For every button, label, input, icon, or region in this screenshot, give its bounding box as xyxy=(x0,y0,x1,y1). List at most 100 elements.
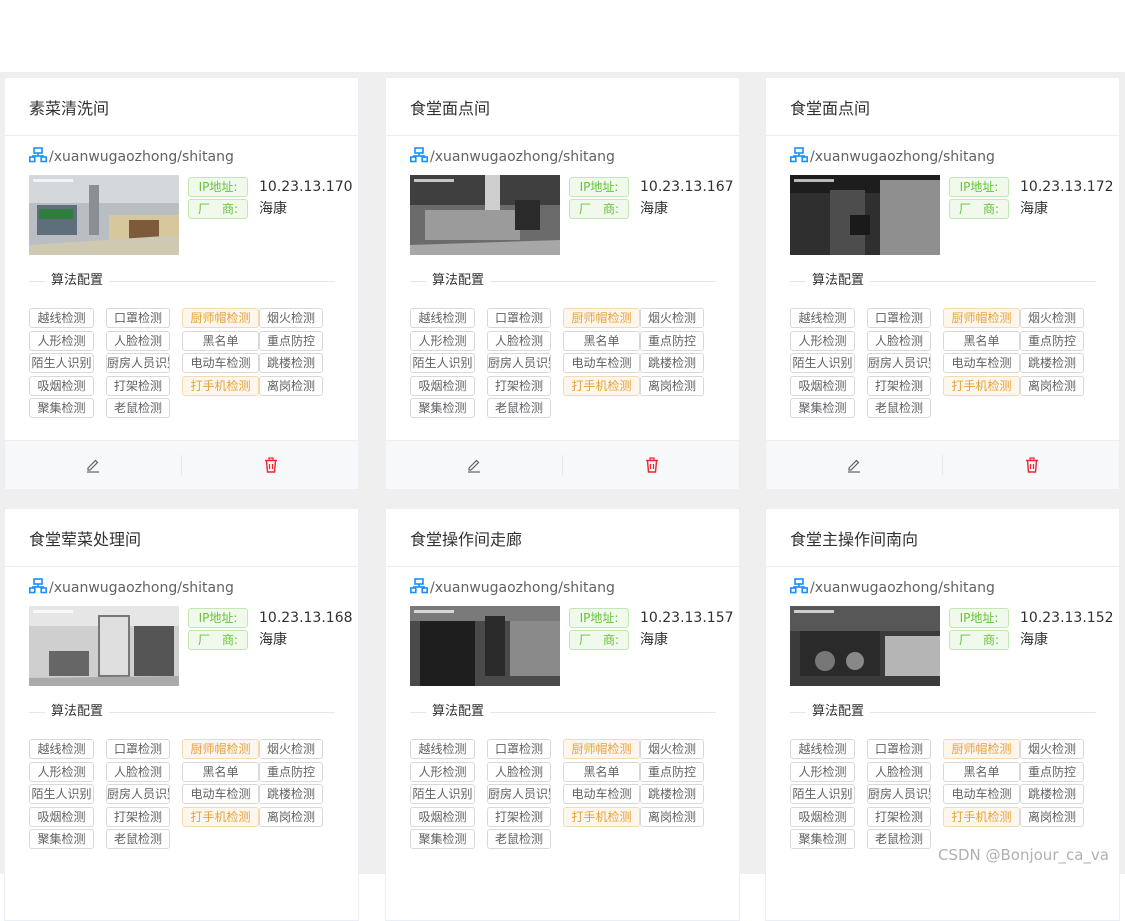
algorithm-tag[interactable]: 电动车检测 xyxy=(182,784,259,804)
camera-snapshot[interactable] xyxy=(410,606,560,686)
algorithm-tag[interactable]: 聚集检测 xyxy=(410,398,475,418)
algorithm-tag[interactable]: 口罩检测 xyxy=(106,308,170,328)
algorithm-tag[interactable]: 陌生人识别 xyxy=(29,353,94,373)
algorithm-tag[interactable]: 厨房人员识别 xyxy=(106,784,170,804)
algorithm-tag[interactable]: 打架检测 xyxy=(487,376,551,396)
camera-card[interactable]: 食堂面点间/xuanwugaozhong/shitang IP地址: 10.23.1… xyxy=(765,77,1120,490)
algorithm-tag[interactable]: 打架检测 xyxy=(106,807,170,827)
algorithm-tag[interactable]: 打手机检测 xyxy=(563,376,640,396)
algorithm-tag[interactable]: 聚集检测 xyxy=(410,829,475,849)
algorithm-tag[interactable]: 口罩检测 xyxy=(867,739,931,759)
algorithm-tag[interactable]: 打手机检测 xyxy=(563,807,640,827)
algorithm-tag[interactable]: 陌生人识别 xyxy=(790,353,855,373)
algorithm-tag[interactable]: 老鼠检测 xyxy=(487,398,551,418)
algorithm-tag[interactable]: 烟火检测 xyxy=(1020,308,1084,328)
algorithm-tag[interactable]: 黑名单 xyxy=(943,762,1020,782)
algorithm-tag[interactable]: 打手机检测 xyxy=(182,807,259,827)
algorithm-tag[interactable]: 电动车检测 xyxy=(563,353,640,373)
algorithm-tag[interactable]: 跳楼检测 xyxy=(1020,353,1084,373)
camera-snapshot[interactable] xyxy=(410,175,560,255)
algorithm-tag[interactable]: 电动车检测 xyxy=(943,353,1020,373)
algorithm-tag[interactable]: 口罩检测 xyxy=(487,739,551,759)
algorithm-tag[interactable]: 越线检测 xyxy=(790,308,855,328)
algorithm-tag[interactable]: 吸烟检测 xyxy=(410,807,475,827)
algorithm-tag[interactable]: 老鼠检测 xyxy=(487,829,551,849)
algorithm-tag[interactable]: 打手机检测 xyxy=(943,376,1020,396)
algorithm-tag[interactable]: 口罩检测 xyxy=(867,308,931,328)
algorithm-tag[interactable]: 打架检测 xyxy=(106,376,170,396)
algorithm-tag[interactable]: 厨师帽检测 xyxy=(563,739,640,759)
algorithm-tag[interactable]: 人脸检测 xyxy=(867,331,931,351)
algorithm-tag[interactable]: 陌生人识别 xyxy=(410,353,475,373)
algorithm-tag[interactable]: 离岗检测 xyxy=(1020,807,1084,827)
algorithm-tag[interactable]: 陌生人识别 xyxy=(790,784,855,804)
edit-button[interactable] xyxy=(83,455,103,475)
algorithm-tag[interactable]: 人形检测 xyxy=(29,762,94,782)
algorithm-tag[interactable]: 黑名单 xyxy=(943,331,1020,351)
algorithm-tag[interactable]: 人脸检测 xyxy=(106,762,170,782)
algorithm-tag[interactable]: 重点防控 xyxy=(259,762,323,782)
algorithm-tag[interactable]: 烟火检测 xyxy=(640,308,704,328)
algorithm-tag[interactable]: 厨师帽检测 xyxy=(943,739,1020,759)
camera-snapshot[interactable] xyxy=(29,175,179,255)
algorithm-tag[interactable]: 黑名单 xyxy=(182,762,259,782)
algorithm-tag[interactable]: 陌生人识别 xyxy=(410,784,475,804)
algorithm-tag[interactable]: 人形检测 xyxy=(410,762,475,782)
camera-card[interactable]: 食堂面点间/xuanwugaozhong/shitang IP地址: 10.23.1… xyxy=(385,77,740,490)
algorithm-tag[interactable]: 吸烟检测 xyxy=(790,376,855,396)
camera-card[interactable]: 食堂荤菜处理间/xuanwugaozhong/shitang IP地址: 10.23… xyxy=(4,508,359,921)
algorithm-tag[interactable]: 跳楼检测 xyxy=(1020,784,1084,804)
algorithm-tag[interactable]: 电动车检测 xyxy=(563,784,640,804)
algorithm-tag[interactable]: 离岗检测 xyxy=(1020,376,1084,396)
algorithm-tag[interactable]: 厨房人员识别 xyxy=(487,353,551,373)
algorithm-tag[interactable]: 老鼠检测 xyxy=(106,398,170,418)
algorithm-tag[interactable]: 越线检测 xyxy=(29,308,94,328)
algorithm-tag[interactable]: 人脸检测 xyxy=(106,331,170,351)
algorithm-tag[interactable]: 厨师帽检测 xyxy=(943,308,1020,328)
algorithm-tag[interactable]: 厨师帽检测 xyxy=(563,308,640,328)
algorithm-tag[interactable]: 人脸检测 xyxy=(487,762,551,782)
algorithm-tag[interactable]: 打手机检测 xyxy=(943,807,1020,827)
algorithm-tag[interactable]: 口罩检测 xyxy=(106,739,170,759)
algorithm-tag[interactable]: 人形检测 xyxy=(410,331,475,351)
algorithm-tag[interactable]: 跳楼检测 xyxy=(640,353,704,373)
algorithm-tag[interactable]: 人脸检测 xyxy=(487,331,551,351)
algorithm-tag[interactable]: 厨房人员识别 xyxy=(867,353,931,373)
algorithm-tag[interactable]: 烟火检测 xyxy=(1020,739,1084,759)
algorithm-tag[interactable]: 吸烟检测 xyxy=(29,807,94,827)
algorithm-tag[interactable]: 陌生人识别 xyxy=(29,784,94,804)
algorithm-tag[interactable]: 烟火检测 xyxy=(259,739,323,759)
algorithm-tag[interactable]: 老鼠检测 xyxy=(106,829,170,849)
algorithm-tag[interactable]: 人形检测 xyxy=(790,762,855,782)
algorithm-tag[interactable]: 聚集检测 xyxy=(29,829,94,849)
algorithm-tag[interactable]: 聚集检测 xyxy=(29,398,94,418)
camera-card[interactable]: 食堂操作间走廊/xuanwugaozhong/shitang IP地址: 10.23… xyxy=(385,508,740,921)
algorithm-tag[interactable]: 厨房人员识别 xyxy=(867,784,931,804)
algorithm-tag[interactable]: 吸烟检测 xyxy=(29,376,94,396)
edit-button[interactable] xyxy=(844,455,864,475)
algorithm-tag[interactable]: 离岗检测 xyxy=(640,807,704,827)
edit-button[interactable] xyxy=(464,455,484,475)
algorithm-tag[interactable]: 打架检测 xyxy=(867,376,931,396)
algorithm-tag[interactable]: 越线检测 xyxy=(410,308,475,328)
algorithm-tag[interactable]: 越线检测 xyxy=(790,739,855,759)
algorithm-tag[interactable]: 越线检测 xyxy=(29,739,94,759)
algorithm-tag[interactable]: 烟火检测 xyxy=(259,308,323,328)
algorithm-tag[interactable]: 厨师帽检测 xyxy=(182,739,259,759)
algorithm-tag[interactable]: 离岗检测 xyxy=(259,376,323,396)
algorithm-tag[interactable]: 厨房人员识别 xyxy=(106,353,170,373)
delete-button[interactable] xyxy=(1022,455,1042,475)
algorithm-tag[interactable]: 越线检测 xyxy=(410,739,475,759)
algorithm-tag[interactable]: 黑名单 xyxy=(563,762,640,782)
algorithm-tag[interactable]: 电动车检测 xyxy=(943,784,1020,804)
algorithm-tag[interactable]: 重点防控 xyxy=(259,331,323,351)
algorithm-tag[interactable]: 跳楼检测 xyxy=(259,353,323,373)
algorithm-tag[interactable]: 聚集检测 xyxy=(790,829,855,849)
algorithm-tag[interactable]: 重点防控 xyxy=(1020,331,1084,351)
algorithm-tag[interactable]: 人形检测 xyxy=(790,331,855,351)
algorithm-tag[interactable]: 重点防控 xyxy=(640,331,704,351)
camera-card[interactable]: 素菜清洗间/xuanwugaozhong/shitang IP地址: 10.23.1… xyxy=(4,77,359,490)
algorithm-tag[interactable]: 黑名单 xyxy=(563,331,640,351)
algorithm-tag[interactable]: 厨师帽检测 xyxy=(182,308,259,328)
algorithm-tag[interactable]: 吸烟检测 xyxy=(790,807,855,827)
